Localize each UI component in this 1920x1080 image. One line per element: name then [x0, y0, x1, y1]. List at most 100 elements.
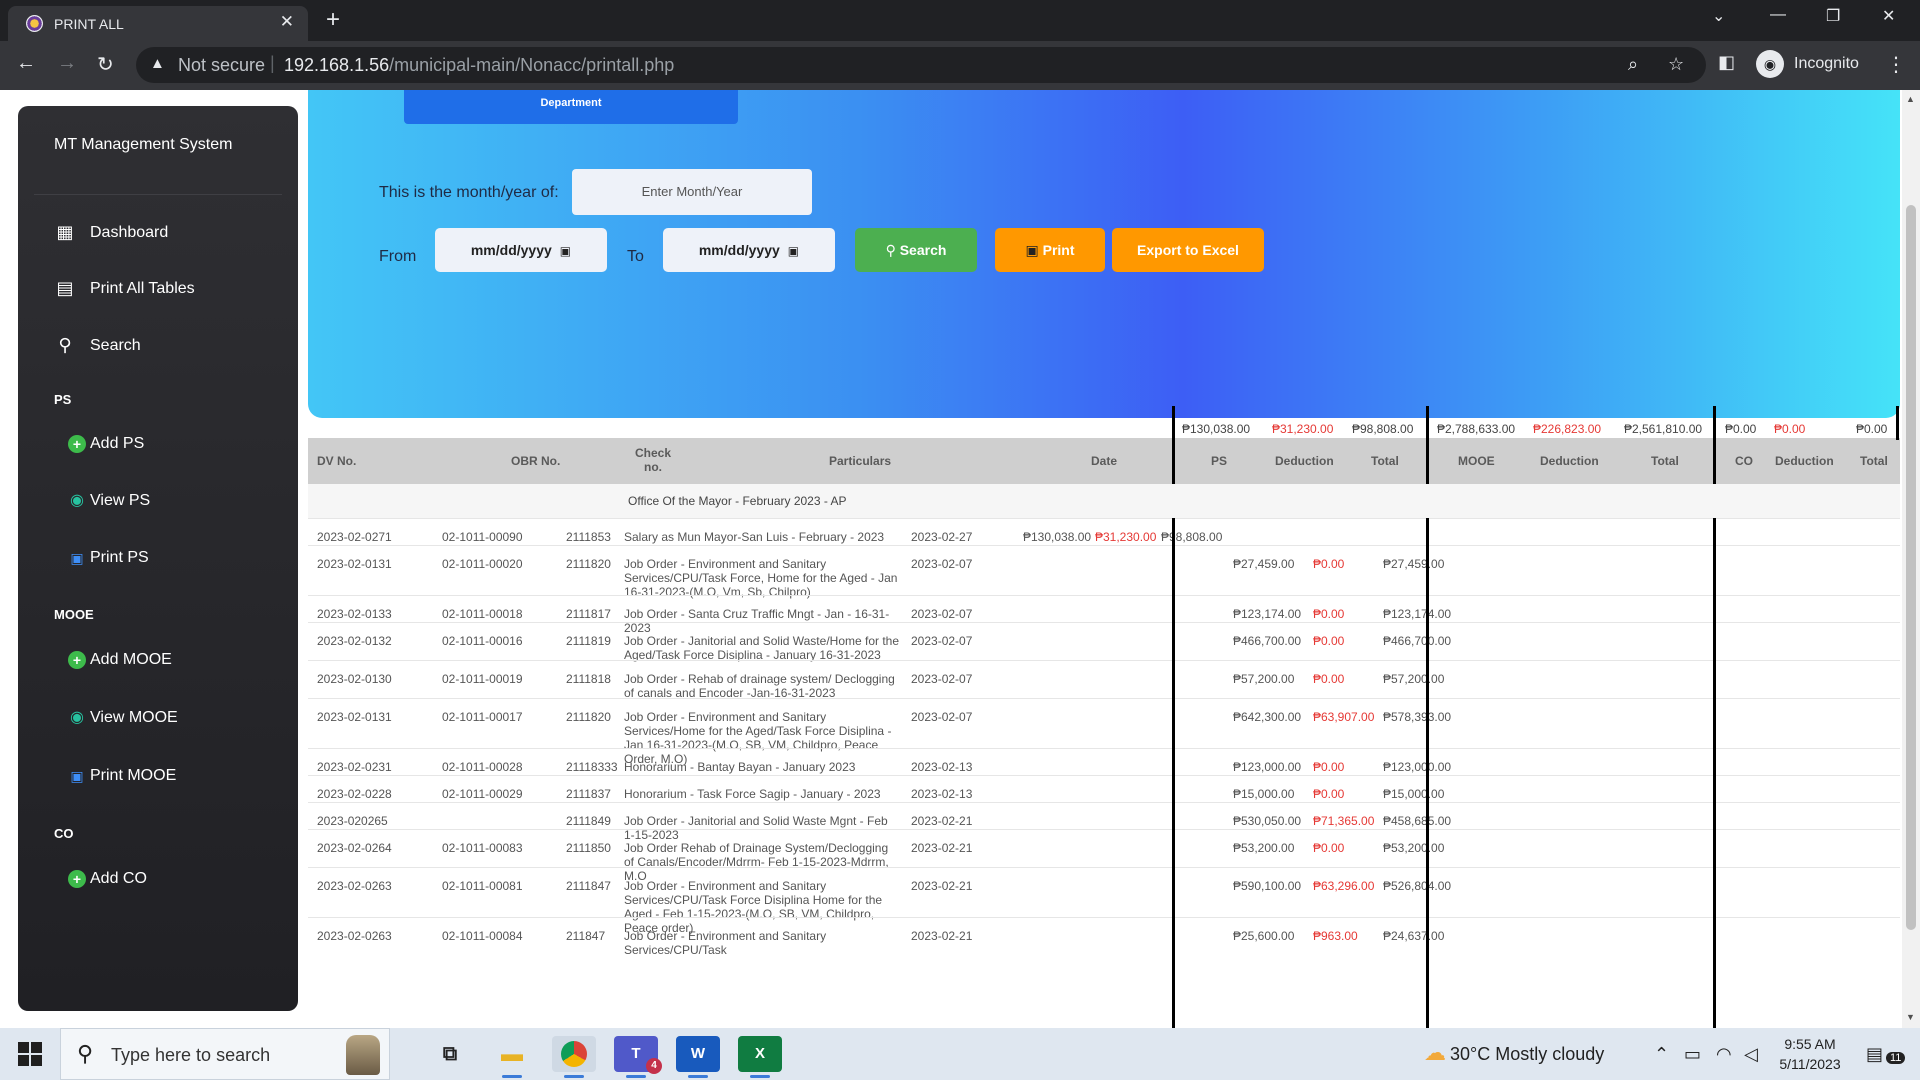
minimize-icon[interactable]: — [1770, 6, 1786, 24]
print-button[interactable]: ▣ Print [995, 228, 1105, 272]
from-label: From [379, 248, 417, 265]
teams-icon[interactable]: T4 [614, 1036, 662, 1078]
row-obr-no: 02-1011-00020 [442, 557, 523, 571]
word-icon[interactable]: W [676, 1036, 720, 1078]
row-check-no: 2111847 [566, 879, 611, 893]
scroll-down-arrow-icon[interactable]: ▼ [1906, 1012, 1915, 1022]
row-check-no: 2111817 [566, 607, 611, 621]
row-dv-no: 2023-020265 [317, 814, 388, 828]
row-mooe-total: ₱123,000.00 [1383, 760, 1452, 774]
window-close-icon[interactable]: ✕ [1882, 6, 1895, 26]
scroll-up-arrow-icon[interactable]: ▲ [1906, 94, 1915, 104]
ps-column-divider [1172, 406, 1175, 484]
sidebar-item-search[interactable]: ⚲ Search [54, 335, 141, 356]
month-year-input[interactable]: Enter Month/Year [572, 169, 812, 215]
sidebar-item-label: View MOOE [90, 709, 178, 726]
bookmark-star-icon[interactable]: ☆ [1668, 54, 1684, 75]
eye-icon: ◉ [70, 492, 84, 509]
sidebar-divider [34, 194, 282, 195]
excel-icon[interactable]: X [738, 1036, 782, 1078]
department-button[interactable]: Department [404, 90, 738, 124]
to-label: To [627, 248, 644, 265]
calendar-icon[interactable]: ▣ [560, 244, 571, 258]
from-date-value: mm/dd/yyyy [470, 242, 552, 258]
task-view-icon[interactable]: ⧉ [428, 1036, 472, 1072]
export-excel-button[interactable]: Export to Excel [1112, 228, 1264, 272]
sidebar-item-print-all-tables[interactable]: ▤ Print All Tables [54, 278, 194, 299]
row-mooe: ₱123,000.00 [1233, 760, 1302, 774]
forward-arrow-icon[interactable]: → [57, 52, 77, 75]
tray-chevron-icon[interactable]: ⌃ [1654, 1044, 1669, 1065]
from-date-input[interactable]: mm/dd/yyyy ▣ [435, 228, 607, 272]
row-date: 2023-02-13 [911, 787, 973, 801]
row-date: 2023-02-21 [911, 814, 973, 828]
reload-icon[interactable]: ↻ [97, 52, 114, 77]
row-mooe-deduction: ₱0.00 [1313, 787, 1345, 801]
row-check-no: 2111820 [566, 710, 611, 724]
tab-close-icon[interactable]: ✕ [280, 12, 294, 32]
calendar-icon[interactable]: ▣ [788, 244, 799, 258]
search-button[interactable]: ⚲ Search [855, 228, 977, 272]
scrollbar-thumb[interactable] [1906, 205, 1916, 930]
sidebar-item-add-mooe[interactable]: + Add MOOE [68, 651, 172, 669]
browser-tab[interactable]: PRINT ALL ✕ [8, 6, 308, 41]
restore-icon[interactable]: ❐ [1826, 6, 1840, 26]
th-ps-deduction: Deduction [1275, 454, 1334, 468]
weather-icon[interactable]: ☁ [1424, 1040, 1446, 1066]
weather-text[interactable]: 30°C Mostly cloudy [1450, 1044, 1604, 1065]
table-row: 2023-020265 2111849 Job Order - Janitorial… [308, 802, 1900, 842]
row-mooe-deduction: ₱63,296.00 [1313, 879, 1375, 893]
row-mooe-total: ₱578,393.00 [1383, 710, 1452, 724]
row-dv-no: 2023-02-0264 [317, 841, 392, 855]
taskbar-clock[interactable]: 9:55 AM 5/11/2023 [1775, 1034, 1845, 1074]
plus-circle-icon: + [68, 870, 86, 888]
taskbar-search-box[interactable]: ⚲ Type here to search [60, 1028, 390, 1080]
row-dv-no: 2023-02-0228 [317, 787, 392, 801]
sidebar-heading-ps: PS [54, 392, 72, 407]
row-dv-no: 2023-02-0131 [317, 710, 392, 724]
wifi-icon[interactable]: ◠ [1716, 1044, 1732, 1065]
incognito-label: Incognito [1794, 55, 1859, 72]
table-row: 2023-02-0264 02-1011-00083 2111850 Job Orde… [308, 829, 1900, 883]
notifications-icon[interactable]: ▤ [1866, 1044, 1883, 1065]
address-bar[interactable]: ▲ Not secure | 192.168.1.56/municipal-ma… [136, 47, 1706, 83]
zoom-icon[interactable]: ⌕ [1628, 54, 1638, 75]
row-particulars: Job Order - Janitorial and Solid Waste/H… [624, 634, 900, 662]
row-mooe: ₱15,000.00 [1233, 787, 1295, 801]
new-tab-button[interactable]: + [326, 6, 340, 34]
sidebar-item-label: Dashboard [90, 223, 169, 241]
back-arrow-icon[interactable]: ← [16, 52, 36, 75]
sidebar-item-view-ps[interactable]: ◉ View PS [68, 492, 150, 510]
volume-icon[interactable]: ◁ [1744, 1044, 1758, 1065]
row-dv-no: 2023-02-0263 [317, 879, 392, 893]
table-right-divider [1896, 406, 1899, 440]
battery-icon[interactable]: ▭ [1684, 1044, 1701, 1065]
file-explorer-icon[interactable]: ▬ [490, 1036, 534, 1078]
page-scrollbar[interactable]: ▲ ▼ [1902, 90, 1920, 1028]
co-column-divider [1713, 406, 1716, 484]
url-text[interactable]: 192.168.1.56/municipal-main/Nonacc/print… [284, 55, 674, 76]
sidebar-item-view-mooe[interactable]: ◉ View MOOE [68, 709, 178, 727]
browser-tab-bar: PRINT ALL ✕ + ⌄ — ❐ ✕ [0, 0, 1920, 41]
row-dv-no: 2023-02-0131 [317, 557, 392, 571]
chrome-icon[interactable] [552, 1036, 596, 1078]
side-panel-icon[interactable]: ◧ [1718, 52, 1735, 73]
tab-search-chevron-icon[interactable]: ⌄ [1712, 6, 1725, 26]
sidebar-item-label: Search [90, 336, 141, 354]
sidebar: MT Management System ▦ Dashboard ▤ Print… [18, 106, 298, 1011]
row-obr-no: 02-1011-00084 [442, 929, 523, 943]
th-co: CO [1735, 454, 1753, 468]
menu-kebab-icon[interactable]: ⋮ [1886, 52, 1906, 77]
to-date-input[interactable]: mm/dd/yyyy ▣ [663, 228, 835, 272]
sidebar-item-print-ps[interactable]: ▣ Print PS [68, 549, 148, 567]
row-mooe-deduction: ₱0.00 [1313, 557, 1345, 571]
sidebar-item-dashboard[interactable]: ▦ Dashboard [54, 222, 168, 243]
th-ps-total: Total [1371, 454, 1399, 468]
table-row: 2023-02-0132 02-1011-00016 2111819 Job Orde… [308, 622, 1900, 662]
windows-start-icon[interactable] [18, 1042, 42, 1066]
sidebar-item-add-co[interactable]: + Add CO [68, 870, 147, 888]
taskbar-search-placeholder: Type here to search [111, 1045, 271, 1065]
th-co-deduction: Deduction [1775, 454, 1834, 468]
sidebar-item-print-mooe[interactable]: ▣ Print MOOE [68, 767, 176, 785]
row-mooe-total: ₱27,459.00 [1383, 557, 1445, 571]
